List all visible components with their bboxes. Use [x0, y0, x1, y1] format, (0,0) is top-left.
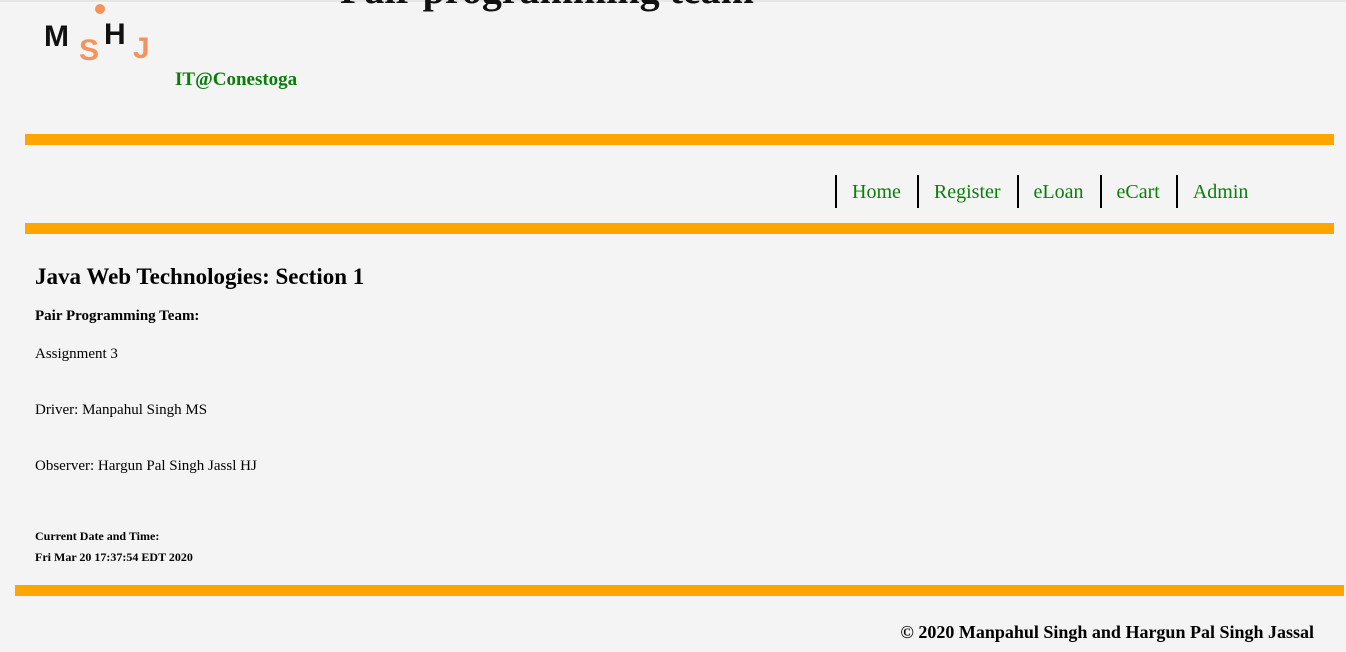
datetime-value: Fri Mar 20 17:37:54 EDT 2020 [35, 550, 193, 564]
footer-divider-bar [15, 585, 1344, 596]
logo-letter-s: S [79, 34, 100, 67]
nav-link-register[interactable]: Register [916, 175, 1017, 208]
footer-copyright: © 2020 Manpahul Singh and Hargun Pal Sin… [900, 622, 1314, 642]
logo-letter-j: J [133, 32, 150, 65]
observer-text: Observer: Hargun Pal Singh Jassl HJ [35, 458, 257, 474]
nav-link-admin[interactable]: Admin [1175, 175, 1265, 208]
nav-divider-bar [25, 223, 1334, 234]
nav-link-ecart[interactable]: eCart [1099, 175, 1176, 208]
nav-link-home[interactable]: Home [835, 175, 917, 208]
logo-dot [95, 4, 105, 14]
logo[interactable]: M S H J [40, 2, 160, 66]
main-nav: Home Register eLoan eCart Admin [835, 175, 1264, 208]
logo-letter-m: M [44, 20, 69, 53]
datetime-label: Current Date and Time: [35, 529, 160, 543]
driver-text: Driver: Manpahul Singh MS [35, 402, 208, 418]
site-subtitle: IT@Conestoga [175, 69, 298, 90]
logo-letter-h: H [104, 18, 126, 51]
nav-link-eloan[interactable]: eLoan [1016, 175, 1100, 208]
header-divider-bar [25, 134, 1334, 145]
page-heading: Java Web Technologies: Section 1 [35, 264, 365, 289]
team-label: Pair Programming Team: [35, 308, 200, 324]
assignment-text: Assignment 3 [35, 346, 118, 362]
page-banner-title: Pair programming team [340, 0, 1024, 12]
